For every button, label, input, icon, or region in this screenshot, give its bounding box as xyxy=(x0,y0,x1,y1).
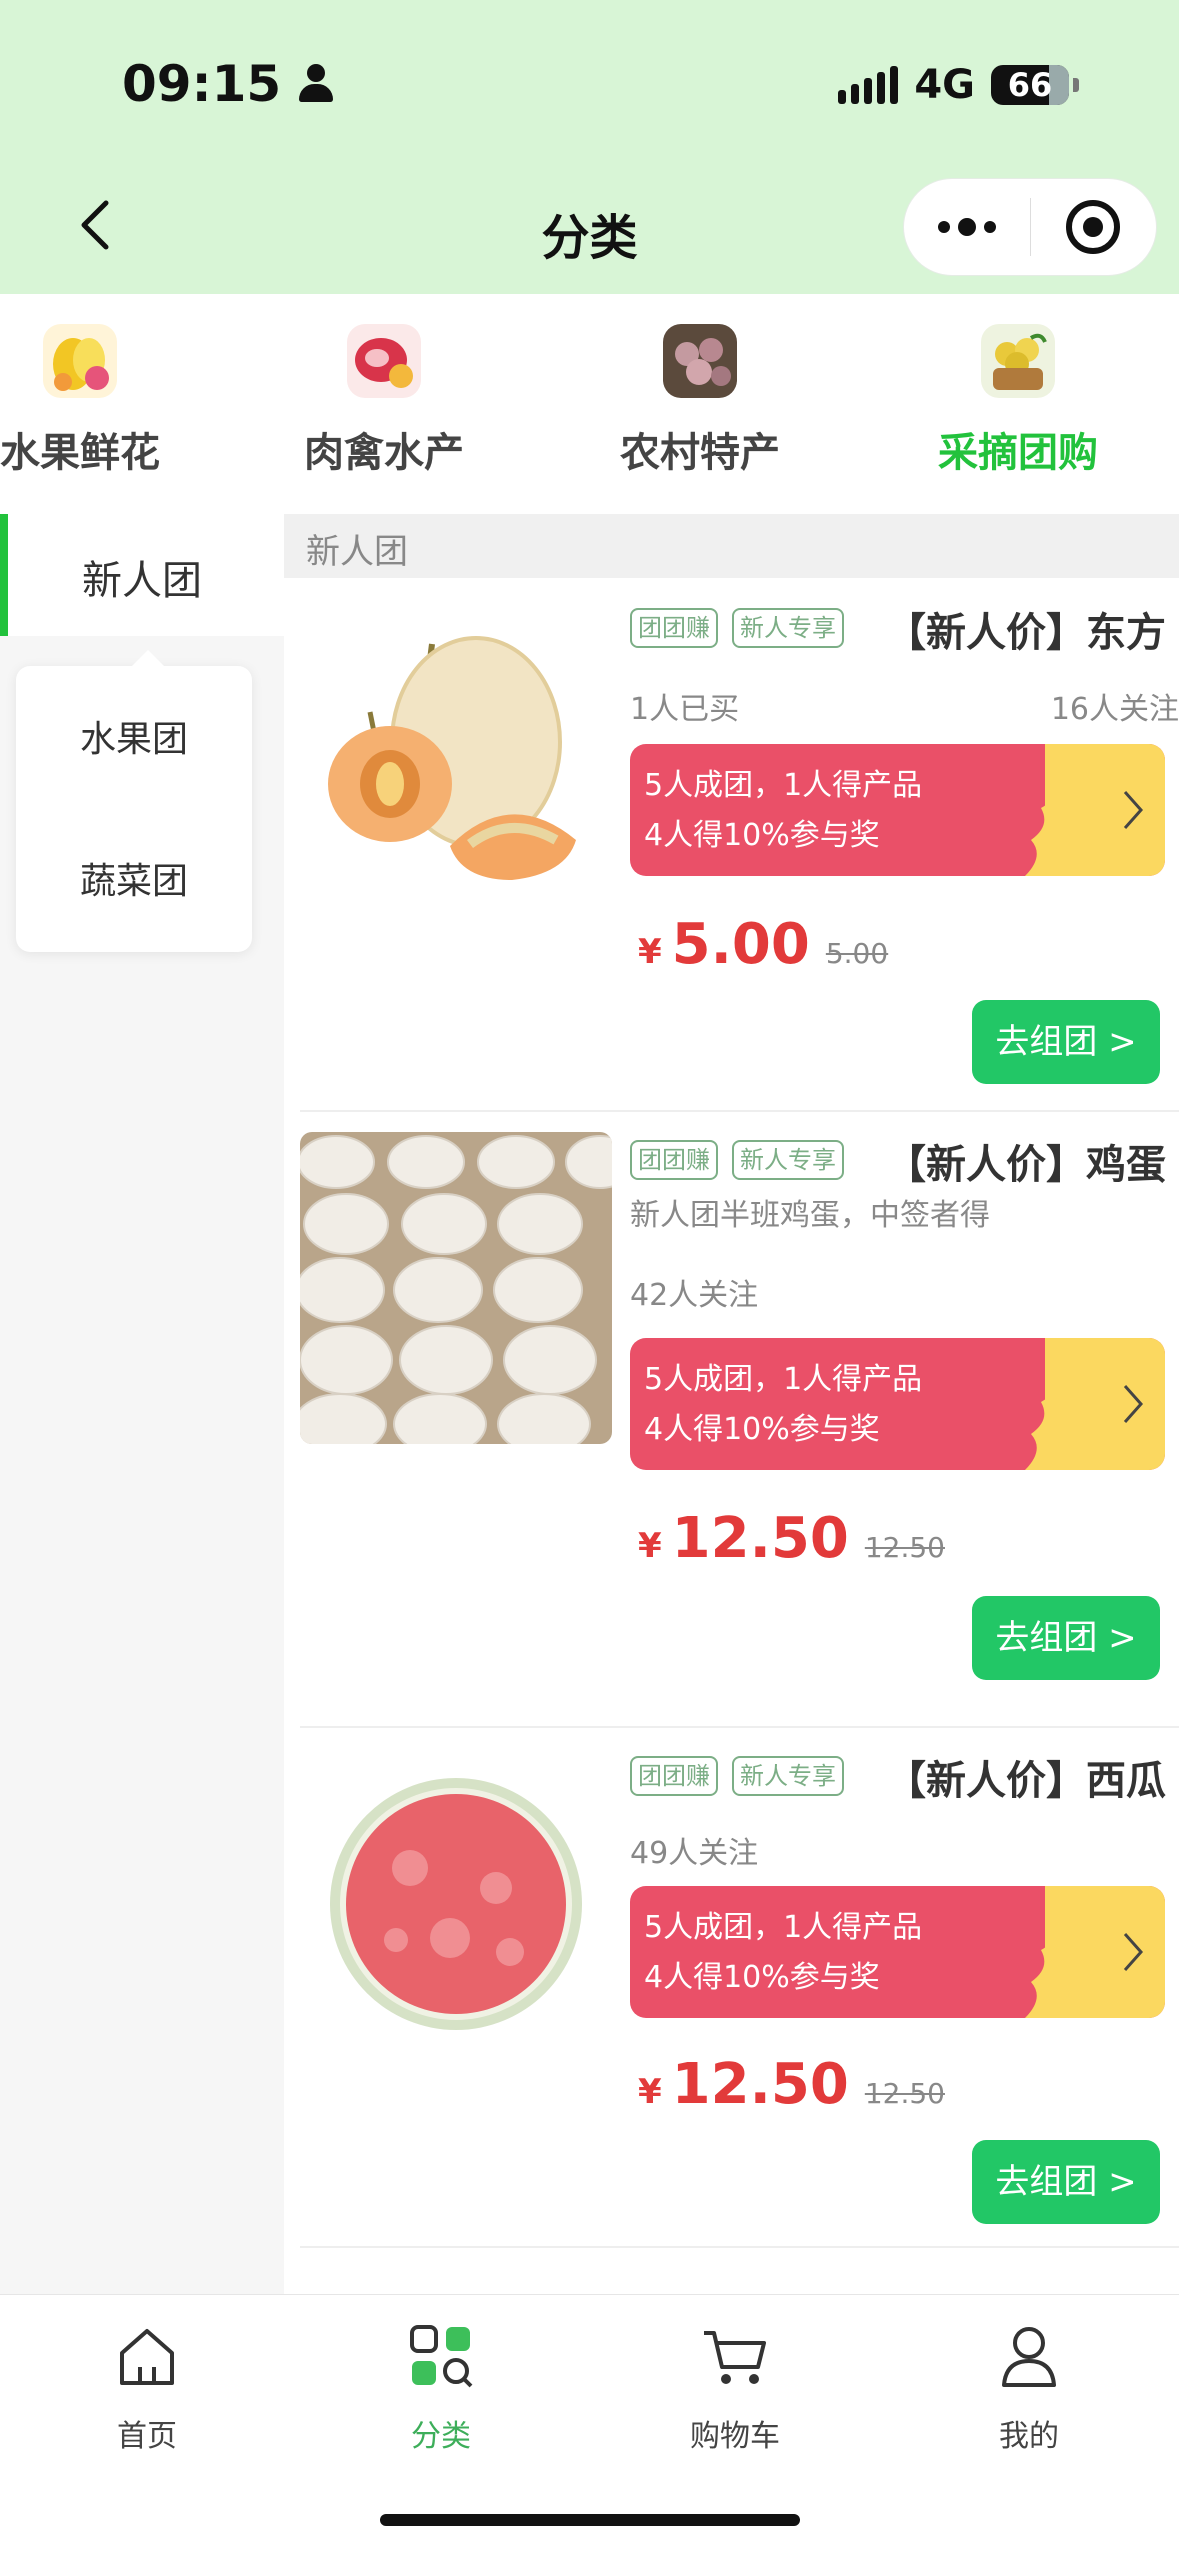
start-group-button[interactable]: 去组团 > xyxy=(972,2140,1160,2224)
banner-line-1: 5人成团，1人得产品 xyxy=(644,768,923,803)
tag-badge: 团团赚 xyxy=(630,1756,718,1796)
battery-cap xyxy=(1073,78,1079,92)
status-indicators: 4G 66 xyxy=(838,62,1079,108)
profile-icon xyxy=(1002,2327,1056,2387)
category-item-picking[interactable]: 采摘团购 xyxy=(868,324,1168,478)
tag-list: 团团赚 新人专享 xyxy=(630,1756,844,1796)
original-price: 12.50 xyxy=(864,2077,945,2110)
start-group-button[interactable]: 去组团 > xyxy=(972,1596,1160,1680)
status-time: 09:15 xyxy=(122,55,335,113)
tab-label: 购物车 xyxy=(690,2419,780,2454)
group-rule-banner[interactable]: 5人成团，1人得产品 4人得10%参与奖 xyxy=(630,744,1165,876)
sidebar-submenu: 水果团 蔬菜团 xyxy=(16,650,252,952)
banner-line-1: 5人成团，1人得产品 xyxy=(644,1910,923,1945)
picking-thumbnail xyxy=(981,324,1055,398)
battery-level: 66 xyxy=(1007,66,1053,104)
chevron-right-icon xyxy=(1123,1385,1144,1423)
home-icon xyxy=(120,2329,174,2385)
eggs-photo xyxy=(300,1132,612,1444)
tag-badge: 新人专享 xyxy=(732,1756,844,1796)
category-item-fruit-flower[interactable]: 水果鲜花 xyxy=(0,324,230,478)
sidebar: 新人团 水果团 蔬菜团 xyxy=(0,514,284,2294)
fruit-flower-thumbnail xyxy=(43,324,117,398)
tab-category[interactable]: 分类 xyxy=(294,2295,588,2455)
section-title: 新人团 xyxy=(306,532,408,572)
specialty-thumbnail xyxy=(663,324,737,398)
banner-line-2: 4人得10%参与奖 xyxy=(644,1960,880,1995)
follow-count: 49人关注 xyxy=(630,1836,759,1871)
product-card[interactable]: 团团赚 新人专享 【新人价】东方 1人已买 16人关注 5人成团，1人得产品 4… xyxy=(300,600,1179,1112)
group-rule-banner[interactable]: 5人成团，1人得产品 4人得10%参与奖 xyxy=(630,1338,1165,1470)
product-title: 【新人价】西瓜 xyxy=(886,1758,1166,1804)
more-button[interactable] xyxy=(904,218,1030,236)
product-list: 新人团 团团赚 新人专享 【新人价】东方 1人已买 16人关注 5人成团，1人得… xyxy=(284,514,1179,2294)
miniprogram-capsule xyxy=(903,178,1157,276)
header: 09:15 4G 66 分类 xyxy=(0,0,1179,294)
product-description: 新人团半班鸡蛋，中签者得 xyxy=(630,1198,990,1233)
tab-cart[interactable]: 购物车 xyxy=(588,2295,882,2455)
group-rule-banner[interactable]: 5人成团，1人得产品 4人得10%参与奖 xyxy=(630,1886,1165,2018)
price-value: 12.50 xyxy=(671,2052,849,2117)
chevron-right-icon xyxy=(1123,1933,1144,1971)
category-label: 农村特产 xyxy=(620,430,780,476)
banner-line-2: 4人得10%参与奖 xyxy=(644,818,880,853)
tag-badge: 团团赚 xyxy=(630,1140,718,1180)
original-price: 5.00 xyxy=(825,937,889,970)
tab-label: 首页 xyxy=(117,2419,177,2454)
currency-symbol: ¥ xyxy=(638,932,662,972)
original-price: 12.50 xyxy=(864,1531,945,1564)
cart-icon xyxy=(704,2331,766,2384)
section-header: 新人团 xyxy=(284,514,1179,578)
category-row: 水果鲜花 肉禽水产 农村特产 采摘团购 xyxy=(0,294,1179,514)
chevron-right-icon xyxy=(1123,791,1144,829)
category-label: 肉禽水产 xyxy=(304,430,464,476)
tag-badge: 新人专享 xyxy=(732,608,844,648)
price-row: ¥ 12.50 12.50 xyxy=(638,1506,945,1571)
product-card[interactable]: 团团赚 新人专享 【新人价】鸡蛋 新人团半班鸡蛋，中签者得 42人关注 5人成团… xyxy=(300,1132,1179,1728)
currency-symbol: ¥ xyxy=(638,1526,662,1566)
banner-line-1: 5人成团，1人得产品 xyxy=(644,1362,923,1397)
category-icon xyxy=(410,2325,473,2388)
follow-count: 42人关注 xyxy=(630,1278,759,1313)
person-icon xyxy=(297,64,335,104)
meat-thumbnail xyxy=(347,324,421,398)
category-label: 采摘团购 xyxy=(938,430,1098,476)
tab-label: 我的 xyxy=(999,2419,1059,2454)
tab-home[interactable]: 首页 xyxy=(0,2295,294,2455)
tag-badge: 团团赚 xyxy=(630,608,718,648)
battery-icon: 66 xyxy=(991,65,1069,105)
watermelon-photo xyxy=(300,1738,612,2050)
tab-profile[interactable]: 我的 xyxy=(882,2295,1176,2455)
sold-count: 1人已买 xyxy=(630,692,740,727)
sidebar-item-fruit-group[interactable]: 水果团 xyxy=(16,710,252,762)
banner-line-2: 4人得10%参与奖 xyxy=(644,1412,880,1447)
status-time-text: 09:15 xyxy=(122,55,282,113)
product-title: 【新人价】鸡蛋 xyxy=(886,1142,1166,1188)
product-title: 【新人价】东方 xyxy=(886,610,1166,656)
sidebar-item-vegetable-group[interactable]: 蔬菜团 xyxy=(16,852,252,904)
sidebar-item-label: 新人团 xyxy=(82,558,202,604)
tag-list: 团团赚 新人专享 xyxy=(630,1140,844,1180)
close-button[interactable] xyxy=(1031,200,1157,254)
tab-label: 分类 xyxy=(411,2419,471,2454)
start-group-button[interactable]: 去组团 > xyxy=(972,1000,1160,1084)
tag-list: 团团赚 新人专享 xyxy=(630,608,844,648)
home-indicator xyxy=(380,2514,800,2526)
sidebar-item-newcomer[interactable]: 新人团 xyxy=(0,514,284,636)
product-card[interactable]: 团团赚 新人专享 【新人价】西瓜 49人关注 5人成团，1人得产品 4人得10%… xyxy=(300,1728,1179,2248)
category-label: 水果鲜花 xyxy=(0,430,160,476)
price-value: 12.50 xyxy=(671,1506,849,1571)
currency-symbol: ¥ xyxy=(638,2072,662,2112)
target-icon xyxy=(1066,200,1121,254)
tag-badge: 新人专享 xyxy=(732,1140,844,1180)
price-row: ¥ 5.00 5.00 xyxy=(638,912,888,977)
category-item-meat[interactable]: 肉禽水产 xyxy=(234,324,534,478)
melon-photo xyxy=(300,600,612,912)
signal-icon xyxy=(838,66,899,104)
network-type: 4G xyxy=(914,62,975,108)
category-item-specialty[interactable]: 农村特产 xyxy=(550,324,850,478)
price-value: 5.00 xyxy=(671,912,810,977)
follow-count: 16人关注 xyxy=(1050,692,1179,727)
price-row: ¥ 12.50 12.50 xyxy=(638,2052,945,2117)
